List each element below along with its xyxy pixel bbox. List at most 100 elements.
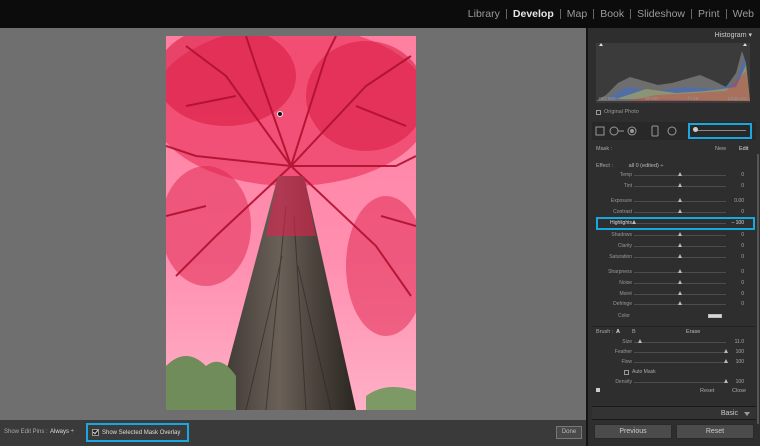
slider-track[interactable] (634, 362, 726, 363)
mask-edit-button[interactable]: Edit (739, 146, 748, 152)
panel-close-button[interactable]: Close (732, 388, 746, 394)
effect-label: Effect : (596, 163, 614, 169)
adjustment-brush-tool[interactable] (688, 123, 752, 139)
slider-shadows[interactable]: Shadows 0 (588, 231, 758, 240)
show-mask-overlay-checkbox[interactable]: Show Selected Mask Overlay (86, 423, 189, 442)
slider-tint[interactable]: Tint 0 (588, 182, 758, 191)
slider-value[interactable]: 0.00 (734, 198, 744, 204)
color-swatch[interactable] (708, 314, 722, 318)
module-print[interactable]: Print (692, 8, 726, 20)
slider-label: Saturation (609, 254, 632, 260)
panel-switch-icon[interactable] (596, 388, 600, 392)
module-book[interactable]: Book (594, 8, 630, 20)
slider-sharpness[interactable]: Sharpness 0 (588, 268, 758, 277)
slider-value[interactable]: 0 (741, 209, 744, 215)
slider-track[interactable] (634, 352, 726, 353)
slider-knob[interactable] (678, 269, 682, 273)
crop-icon (595, 126, 605, 136)
show-mask-overlay-label: Show Selected Mask Overlay (102, 429, 181, 436)
slider-value[interactable]: 0 (741, 301, 744, 307)
slider-knob[interactable] (724, 359, 728, 363)
slider-value[interactable]: 0 (741, 280, 744, 286)
brush-slider-feather[interactable]: Feather 100 (588, 348, 758, 357)
slider-value[interactable]: 0 (741, 232, 744, 238)
brush-erase-button[interactable]: Erase (686, 329, 700, 335)
brush-a-button[interactable]: A (616, 329, 620, 335)
original-photo-checkbox[interactable] (596, 109, 601, 115)
module-develop[interactable]: Develop (507, 8, 560, 20)
slider-value[interactable]: 100 (736, 379, 744, 385)
module-slideshow[interactable]: Slideshow (631, 8, 691, 20)
slider-knob[interactable] (724, 379, 728, 383)
slider-label: Flow (621, 359, 632, 365)
mask-row: Mask : New Edit (596, 146, 752, 152)
brush-row: Brush : A B Erase (596, 329, 752, 335)
basic-panel-header[interactable]: Basic (592, 406, 756, 420)
panel-reset-button[interactable]: Reset (700, 388, 714, 394)
slider-knob[interactable] (678, 301, 682, 305)
slider-label: Noise (619, 280, 632, 286)
slider-defringe[interactable]: Defringe 0 (588, 300, 758, 309)
slider-knob[interactable] (678, 254, 682, 258)
brush-slider-density[interactable]: Density 100 (588, 378, 758, 387)
iso-value: ISO 800 (599, 96, 616, 101)
slider-knob[interactable] (678, 232, 682, 236)
slider-value[interactable]: 0 (741, 183, 744, 189)
done-button[interactable]: Done (556, 426, 582, 439)
histogram (596, 43, 750, 103)
mask-new-button[interactable]: New (715, 146, 726, 152)
auto-mask-toggle[interactable]: Auto Mask (624, 369, 656, 375)
slider-track[interactable] (634, 382, 726, 383)
slider-value[interactable]: 0 (741, 291, 744, 297)
original-photo-label: Original Photo (604, 109, 639, 115)
slider-knob[interactable] (678, 183, 682, 187)
slider-label: Size (622, 339, 632, 345)
histogram-title[interactable]: Histogram ▾ (715, 31, 752, 39)
reset-button[interactable]: Reset (676, 424, 754, 439)
brush-divider (592, 326, 756, 327)
slider-clarity[interactable]: Clarity 0 (588, 242, 758, 251)
slider-label: Feather (614, 349, 632, 355)
checkbox-checked-icon[interactable] (92, 429, 99, 436)
slider-exposure[interactable]: Exposure 0.00 (588, 197, 758, 206)
slider-value[interactable]: 0 (741, 269, 744, 275)
tool-strip (592, 122, 756, 140)
slider-knob[interactable] (678, 280, 682, 284)
slider-noise[interactable]: Noise 0 (588, 279, 758, 288)
original-photo-toggle[interactable]: Original Photo (596, 109, 639, 115)
image-canvas[interactable] (0, 28, 586, 420)
auto-mask-checkbox[interactable] (624, 369, 629, 375)
slider-knob[interactable] (638, 339, 643, 343)
slider-moir[interactable]: Moiré 0 (588, 290, 758, 299)
slider-knob[interactable] (678, 291, 682, 295)
brush-b-button[interactable]: B (632, 329, 636, 335)
slider-label: Clarity (617, 243, 632, 249)
previous-button[interactable]: Previous (594, 424, 672, 439)
slider-knob[interactable] (724, 349, 728, 353)
slider-value[interactable]: 0 (741, 243, 744, 249)
slider-value[interactable]: 100 (736, 349, 744, 355)
slider-knob[interactable] (678, 243, 682, 247)
brush-slider-size[interactable]: Size 11.0 (588, 338, 758, 347)
slider-label: Sharpness (608, 269, 632, 275)
slider-contrast[interactable]: Contrast 0 (588, 208, 758, 217)
show-edit-pins-dropdown[interactable]: Always ÷ (50, 429, 74, 435)
slider-value[interactable]: 0 (741, 254, 744, 260)
slider-knob[interactable] (678, 172, 682, 176)
edit-pin[interactable] (277, 111, 283, 117)
module-map[interactable]: Map (561, 8, 593, 20)
slider-temp[interactable]: Temp 0 (588, 171, 758, 180)
module-library[interactable]: Library (462, 8, 506, 20)
module-web[interactable]: Web (727, 8, 760, 20)
slider-value[interactable]: 11.0 (735, 339, 744, 345)
slider-knob[interactable] (678, 209, 682, 213)
brush-slider-flow[interactable]: Flow 100 (588, 358, 758, 367)
brush-label: Brush : (596, 329, 614, 335)
slider-value[interactable]: 0 (741, 172, 744, 178)
slider-value[interactable]: 100 (736, 359, 744, 365)
slider-track[interactable] (634, 342, 726, 343)
effect-preset-dropdown[interactable]: all 0 (edited) ÷ (629, 163, 664, 169)
slider-knob[interactable] (678, 198, 682, 202)
color-label: Color (618, 313, 630, 319)
slider-saturation[interactable]: Saturation 0 (588, 253, 758, 262)
